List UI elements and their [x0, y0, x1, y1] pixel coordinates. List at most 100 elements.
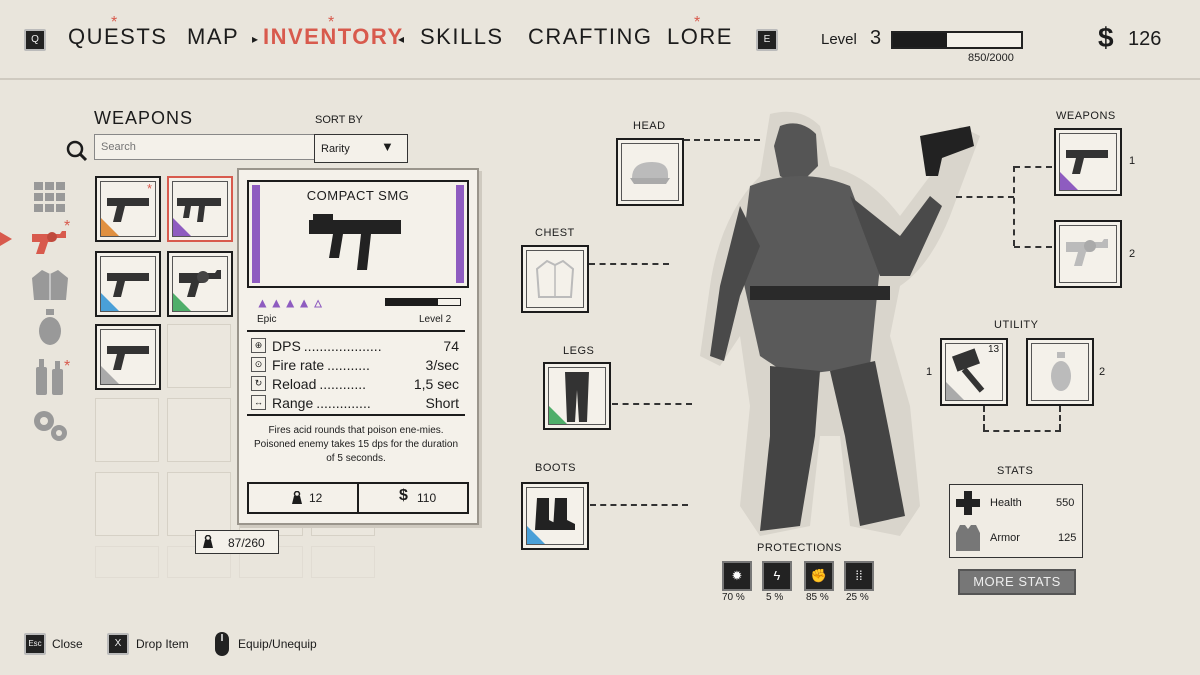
stat-row: ↔ Range.............. Short	[247, 393, 465, 412]
health-cross-icon	[956, 491, 980, 520]
chest-slot-label: CHEST	[535, 227, 575, 239]
head-slot[interactable]	[616, 138, 684, 206]
top-nav-bar: Q QUESTS * MAP ▸ INVENTORY * ◂ SKILLS CR…	[0, 0, 1200, 80]
category-pointer-icon	[0, 232, 12, 246]
new-star-icon: *	[64, 358, 71, 375]
more-stats-button[interactable]: MORE STATS	[958, 569, 1076, 595]
tab-quests[interactable]: QUESTS	[68, 24, 167, 50]
weapons-vertical-connector	[1013, 166, 1015, 246]
item-description: Fires acid rounds that poison ene-mies. …	[253, 425, 459, 464]
inventory-slot-pistol[interactable]: *	[95, 176, 161, 242]
inventory-slot-pistol[interactable]	[95, 251, 161, 317]
stat-name: Fire rate	[272, 356, 325, 373]
rarity-indicator-gray	[101, 366, 119, 384]
stat-name: Reload	[272, 375, 317, 392]
bullets-icon: ⁞⁞	[844, 561, 874, 591]
tab-skills[interactable]: SKILLS	[420, 24, 504, 50]
utility-count: 13	[988, 344, 1000, 355]
lightning-icon: ϟ	[762, 561, 792, 591]
inventory-slot-empty[interactable]	[95, 398, 159, 462]
protection-melee-value: 85 %	[806, 592, 829, 603]
chest-connector	[589, 263, 669, 265]
weapon-slot-2[interactable]	[1054, 220, 1122, 288]
rarity-label: Epic	[257, 314, 277, 325]
inventory-slot-empty[interactable]	[95, 546, 159, 578]
xp-text: 850/2000	[968, 52, 1014, 64]
legs-slot[interactable]	[543, 362, 611, 430]
weapons-main-connector	[956, 196, 1014, 198]
star-empty-icon: ▲	[312, 298, 324, 311]
new-star-icon: *	[111, 14, 118, 31]
stat-row: ⊕ DPS.................... 74	[247, 336, 465, 355]
boots-slot[interactable]	[521, 482, 589, 550]
weight-icon	[202, 534, 214, 553]
chest-slot[interactable]	[521, 245, 589, 313]
level-value: 3	[870, 27, 882, 49]
rarity-indicator-blue	[101, 293, 119, 311]
stat-name: Range	[272, 394, 314, 411]
cap-icon	[630, 162, 670, 184]
esc-key[interactable]: Esc	[24, 633, 46, 655]
pants-icon	[565, 372, 589, 422]
category-all-grid-icon[interactable]	[30, 180, 70, 214]
tab-map[interactable]: MAP	[187, 24, 239, 50]
sort-dropdown[interactable]: Rarity ▼	[314, 134, 408, 163]
rarity-indicator-green	[549, 406, 567, 424]
stat-dots: ............	[319, 375, 367, 392]
inventory-slot-empty[interactable]	[95, 472, 159, 536]
drop-item-hint: Drop Item	[136, 637, 189, 651]
utility-slot-2[interactable]	[1026, 338, 1094, 406]
xp-bar	[891, 31, 1023, 49]
utility-slot-1-number: 1	[926, 366, 933, 378]
inventory-slot-compact-smg-selected[interactable]	[167, 176, 233, 242]
utility-slot-2-number: 2	[1099, 366, 1106, 378]
grenade-icon	[1051, 352, 1071, 391]
utility-connector-bottom	[983, 430, 1061, 432]
inventory-slot-revolver[interactable]	[167, 251, 233, 317]
fist-icon: ✊	[804, 561, 834, 591]
inventory-slot-empty[interactable]	[167, 398, 231, 462]
stat-row: ⊙ Fire rate........... 3/sec	[247, 355, 465, 374]
card-footer: 12 $ 110	[247, 482, 469, 514]
money-value: 126	[1128, 28, 1162, 50]
inventory-slot-empty[interactable]	[311, 546, 375, 578]
category-parts-gear-icon[interactable]	[30, 408, 70, 442]
rarity-indicator-gray	[946, 382, 964, 400]
item-weight: 12	[309, 491, 323, 505]
crosshair-icon: ⊙	[251, 357, 266, 372]
weapons-slot-label: WEAPONS	[1056, 110, 1116, 122]
new-star-icon: *	[147, 181, 153, 196]
footer-divider	[357, 484, 359, 512]
inventory-slot-empty[interactable]	[167, 324, 231, 388]
search-input[interactable]	[94, 134, 316, 160]
item-detail-card: COMPACT SMG ▲ ▲ ▲ ▲ ▲ Epic Level 2 ⊕ DPS.....…	[237, 168, 479, 525]
active-right-arrow-icon: ◂	[398, 32, 405, 46]
rarity-indicator-epic	[173, 218, 191, 236]
weapon-slot-1[interactable]	[1054, 128, 1122, 196]
inventory-slot-empty[interactable]	[167, 472, 231, 536]
category-clothing-jacket-icon[interactable]	[30, 268, 70, 302]
active-left-arrow-icon: ▸	[252, 32, 259, 46]
inventory-slot-pistol[interactable]	[95, 324, 161, 390]
armor-vest-icon	[956, 525, 980, 556]
utility-slot-1[interactable]: 13	[940, 338, 1008, 406]
xp-fill	[893, 33, 948, 47]
prev-tab-key[interactable]: Q	[24, 29, 46, 51]
star-filled-icon: ▲	[298, 298, 310, 311]
x-key[interactable]: X	[107, 633, 129, 655]
utility-connector-left	[983, 406, 985, 430]
protection-bullets-value: 25 %	[846, 592, 869, 603]
next-tab-key[interactable]: E	[756, 29, 778, 51]
jacket-icon	[535, 259, 575, 298]
money-icon: $	[1098, 22, 1114, 53]
category-grenade-icon[interactable]	[30, 309, 70, 345]
stat-dots: ....................	[303, 337, 382, 354]
new-star-icon: *	[328, 14, 335, 31]
weapons-panel-title: WEAPONS	[94, 108, 194, 128]
rarity-indicator-epic	[1060, 172, 1078, 190]
health-label: Health	[990, 497, 1022, 509]
tab-crafting[interactable]: CRAFTING	[528, 24, 652, 50]
armor-value: 125	[1058, 532, 1077, 544]
rarity-stars: ▲ ▲ ▲ ▲ ▲	[257, 294, 326, 312]
explosion-icon: ✹	[722, 561, 752, 591]
